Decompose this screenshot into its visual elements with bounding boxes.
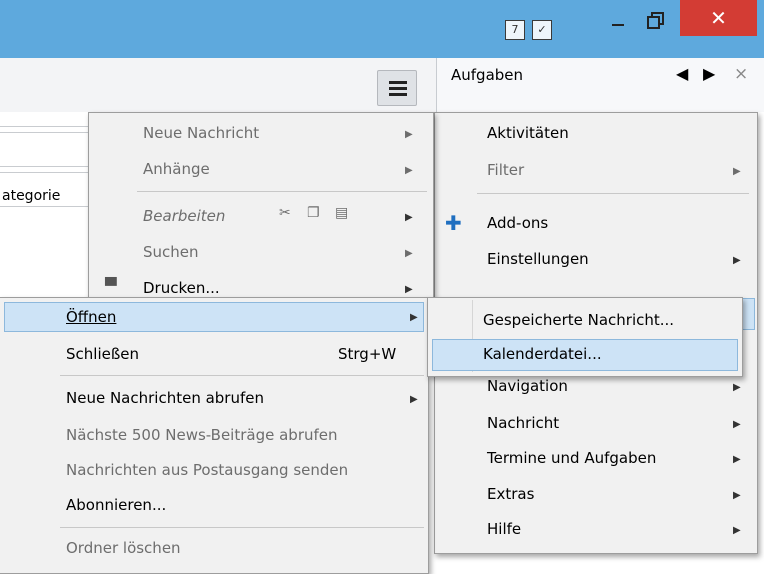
- menu-separator: [137, 191, 427, 192]
- menu-item-subscribe[interactable]: Abonnieren...: [66, 496, 166, 514]
- close-pane-icon[interactable]: ×: [734, 64, 748, 84]
- menu-item-settings[interactable]: Einstellungen: [487, 250, 589, 268]
- submenu-arrow-icon: ▶: [733, 419, 741, 430]
- menu-item-next-500-news[interactable]: Nächste 500 News-Beiträge abrufen: [66, 426, 338, 444]
- menu-item-print[interactable]: Drucken...: [143, 279, 220, 297]
- menu-item-get-messages[interactable]: Neue Nachrichten abrufen: [66, 389, 264, 407]
- next-arrow-icon[interactable]: ▶: [703, 64, 715, 83]
- printer-icon: ▀: [105, 277, 117, 295]
- calendar-icon[interactable]: 7: [505, 20, 525, 40]
- menu-item-edit[interactable]: Bearbeiten: [143, 207, 225, 225]
- menu-item-saved-message[interactable]: Gespeicherte Nachricht...: [483, 311, 674, 329]
- menu-separator: [477, 193, 749, 194]
- submenu-arrow-icon: ▶: [733, 166, 741, 177]
- open-submenu: Gespeicherte Nachricht... Kalenderdatei.…: [427, 297, 743, 377]
- submenu-arrow-icon: ▶: [410, 394, 418, 405]
- menu-item-delete-folder[interactable]: Ordner löschen: [66, 539, 181, 557]
- menu-item-attachments[interactable]: Anhänge: [143, 160, 210, 178]
- close-window-button[interactable]: ✕: [680, 0, 757, 36]
- menu-item-help[interactable]: Hilfe: [487, 520, 521, 538]
- menu-item-close[interactable]: Schließen: [66, 345, 139, 363]
- addons-puzzle-icon: ✚: [445, 211, 462, 235]
- menu-item-message[interactable]: Nachricht: [487, 414, 559, 432]
- submenu-arrow-icon: ▶: [410, 312, 418, 323]
- menu-item-open-label: Öffnen: [66, 308, 117, 326]
- menu-item-search[interactable]: Suchen: [143, 243, 199, 261]
- submenu-arrow-icon: ▶: [405, 248, 413, 259]
- submenu-arrow-icon: ▶: [405, 284, 413, 295]
- menu-item-events-tasks[interactable]: Termine und Aufgaben: [487, 449, 656, 467]
- main-toolbar: [0, 58, 436, 113]
- file-menu: Öffnen ▶ Schließen Strg+W Neue Nachricht…: [0, 297, 429, 574]
- submenu-arrow-icon: ▶: [405, 212, 413, 223]
- maximize-button[interactable]: [643, 10, 665, 32]
- app-menu-button[interactable]: [377, 70, 417, 106]
- minimize-button[interactable]: [609, 14, 631, 34]
- menu-item-new-message[interactable]: Neue Nachricht: [143, 124, 259, 142]
- menu-item-open[interactable]: Öffnen: [66, 308, 116, 326]
- submenu-arrow-icon: ▶: [733, 255, 741, 266]
- menu-item-calendar-file[interactable]: Kalenderdatei...: [483, 345, 602, 363]
- submenu-arrow-icon: ▶: [733, 490, 741, 501]
- submenu-arrow-icon: ▶: [733, 454, 741, 465]
- previous-arrow-icon[interactable]: ◀: [676, 64, 688, 83]
- menu-item-addons[interactable]: Add-ons: [487, 214, 548, 232]
- column-header-category[interactable]: ategorie: [2, 188, 60, 204]
- copy-icon[interactable]: ❐: [307, 205, 320, 221]
- paste-icon[interactable]: ▤: [335, 205, 348, 221]
- shortcut-label: Strg+W: [338, 345, 397, 363]
- submenu-arrow-icon: ▶: [405, 129, 413, 140]
- submenu-arrow-icon: ▶: [733, 525, 741, 536]
- menu-item-send-outbox[interactable]: Nachrichten aus Postausgang senden: [66, 461, 348, 479]
- menu-item-extras[interactable]: Extras: [487, 485, 534, 503]
- task-icon[interactable]: ✓: [532, 20, 552, 40]
- submenu-arrow-icon: ▶: [733, 382, 741, 393]
- menu-item-filter[interactable]: Filter: [487, 161, 524, 179]
- today-pane-title[interactable]: Aufgaben: [451, 66, 523, 84]
- divider: [0, 206, 90, 207]
- menu-separator: [60, 527, 424, 528]
- submenu-arrow-icon: ▶: [405, 165, 413, 176]
- cut-icon[interactable]: ✂: [279, 205, 291, 221]
- menu-item-activities[interactable]: Aktivitäten: [487, 124, 569, 142]
- edit-submenu: Neue Nachricht ▶ Anhänge ▶ Bearbeiten ✂ …: [88, 112, 434, 302]
- menu-item-navigation[interactable]: Navigation: [487, 377, 568, 395]
- menu-separator: [60, 375, 424, 376]
